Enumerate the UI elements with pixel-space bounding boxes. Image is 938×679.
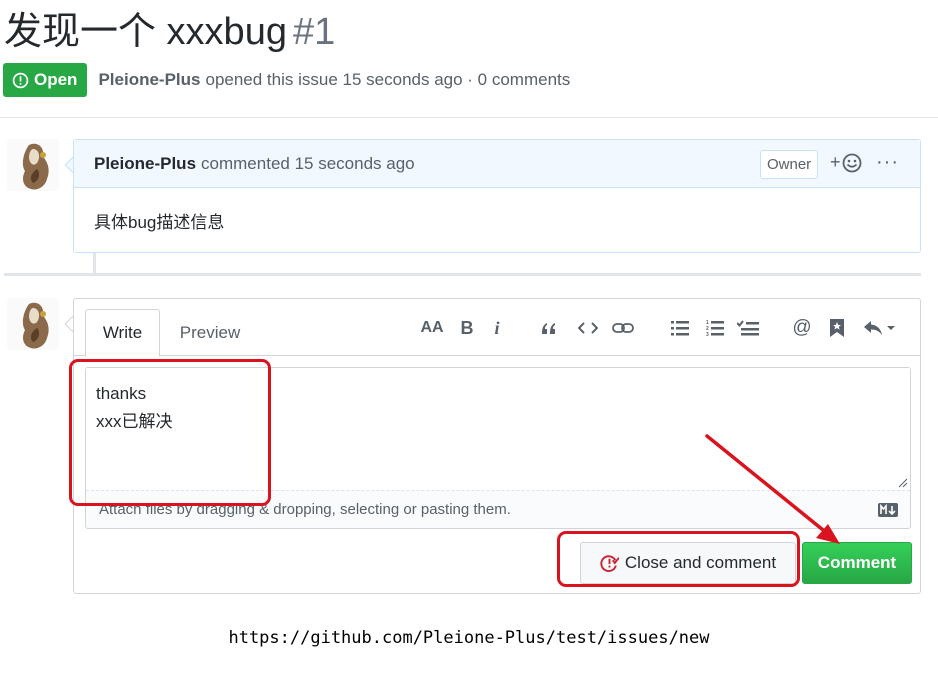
issue-meta: Open Pleione-Plus opened this issue 15 s… (3, 63, 570, 97)
timeline-divider (4, 273, 921, 276)
owner-badge: Owner (760, 150, 819, 179)
state-badge: Open (3, 63, 88, 97)
mention-icon[interactable]: @ (792, 317, 812, 339)
add-reaction-button[interactable]: + (830, 152, 862, 173)
issue-number: #1 (292, 11, 336, 53)
issue-opened-icon (12, 72, 29, 88)
comment-textarea-container: thanks xxx已解决 Attach files by dragging &… (85, 367, 911, 529)
text-line: thanks (96, 384, 147, 403)
issue-closed-icon (600, 554, 619, 572)
timeline-connector (93, 253, 96, 273)
comment-submit-button[interactable]: Comment (802, 542, 912, 584)
link-icon[interactable] (612, 317, 634, 339)
issue-title: 发现一个 xxxbug #1 (4, 8, 335, 56)
quote-icon[interactable] (539, 317, 559, 339)
tab-write[interactable]: Write (85, 309, 160, 357)
saved-reply-icon[interactable] (829, 317, 845, 339)
smiley-icon (842, 153, 861, 172)
new-comment-form: Write Preview AA B i 123 @ thanks xxx已解决… (73, 298, 921, 594)
header-divider (0, 117, 938, 118)
state-label: Open (34, 70, 78, 89)
resize-handle-icon[interactable] (898, 478, 908, 488)
header-icon[interactable]: AA (420, 317, 443, 339)
ordered-list-icon[interactable]: 123 (705, 317, 725, 339)
more-options-button[interactable]: ··· (876, 151, 899, 174)
code-icon[interactable] (577, 317, 599, 339)
issue-comment: Pleione-Plus commented 15 seconds ago Ow… (73, 139, 921, 253)
user-avatar-icon (7, 298, 59, 350)
issue-meta-text: opened this issue 15 seconds ago · 0 com… (205, 70, 571, 89)
svg-text:3: 3 (706, 332, 709, 337)
comment-body: 具体bug描述信息 (94, 213, 225, 232)
bold-icon[interactable]: B (459, 317, 475, 339)
avatar[interactable] (7, 298, 59, 350)
close-and-comment-button[interactable]: Close and comment (580, 542, 796, 584)
tab-preview[interactable]: Preview (180, 309, 240, 357)
issue-title-text: 发现一个 xxxbug (4, 11, 287, 53)
text-line: xxx已解决 (96, 412, 173, 431)
user-avatar-icon (7, 139, 59, 191)
issue-author-link[interactable]: Pleione-Plus (98, 70, 200, 90)
close-and-comment-label: Close and comment (624, 553, 777, 572)
avatar[interactable] (7, 139, 59, 191)
unordered-list-icon[interactable] (670, 317, 690, 339)
page-url-caption: https://github.com/Pleione-Plus/test/iss… (228, 628, 710, 648)
plus-text: + (830, 152, 841, 172)
comment-textarea[interactable]: thanks xxx已解决 (86, 368, 910, 491)
comment-tabs: Write Preview AA B i 123 @ (74, 299, 920, 357)
italic-icon[interactable]: i (490, 317, 504, 339)
reply-icon[interactable] (863, 317, 897, 339)
comment-timestamp[interactable]: commented 15 seconds ago (201, 154, 415, 174)
markdown-icon[interactable] (878, 503, 898, 517)
task-list-icon[interactable] (737, 317, 759, 339)
comment-author-link[interactable]: Pleione-Plus (94, 154, 196, 174)
file-attach-hint[interactable]: Attach files by dragging & dropping, sel… (99, 501, 511, 518)
comment-header: Pleione-Plus commented 15 seconds ago Ow… (74, 140, 920, 188)
